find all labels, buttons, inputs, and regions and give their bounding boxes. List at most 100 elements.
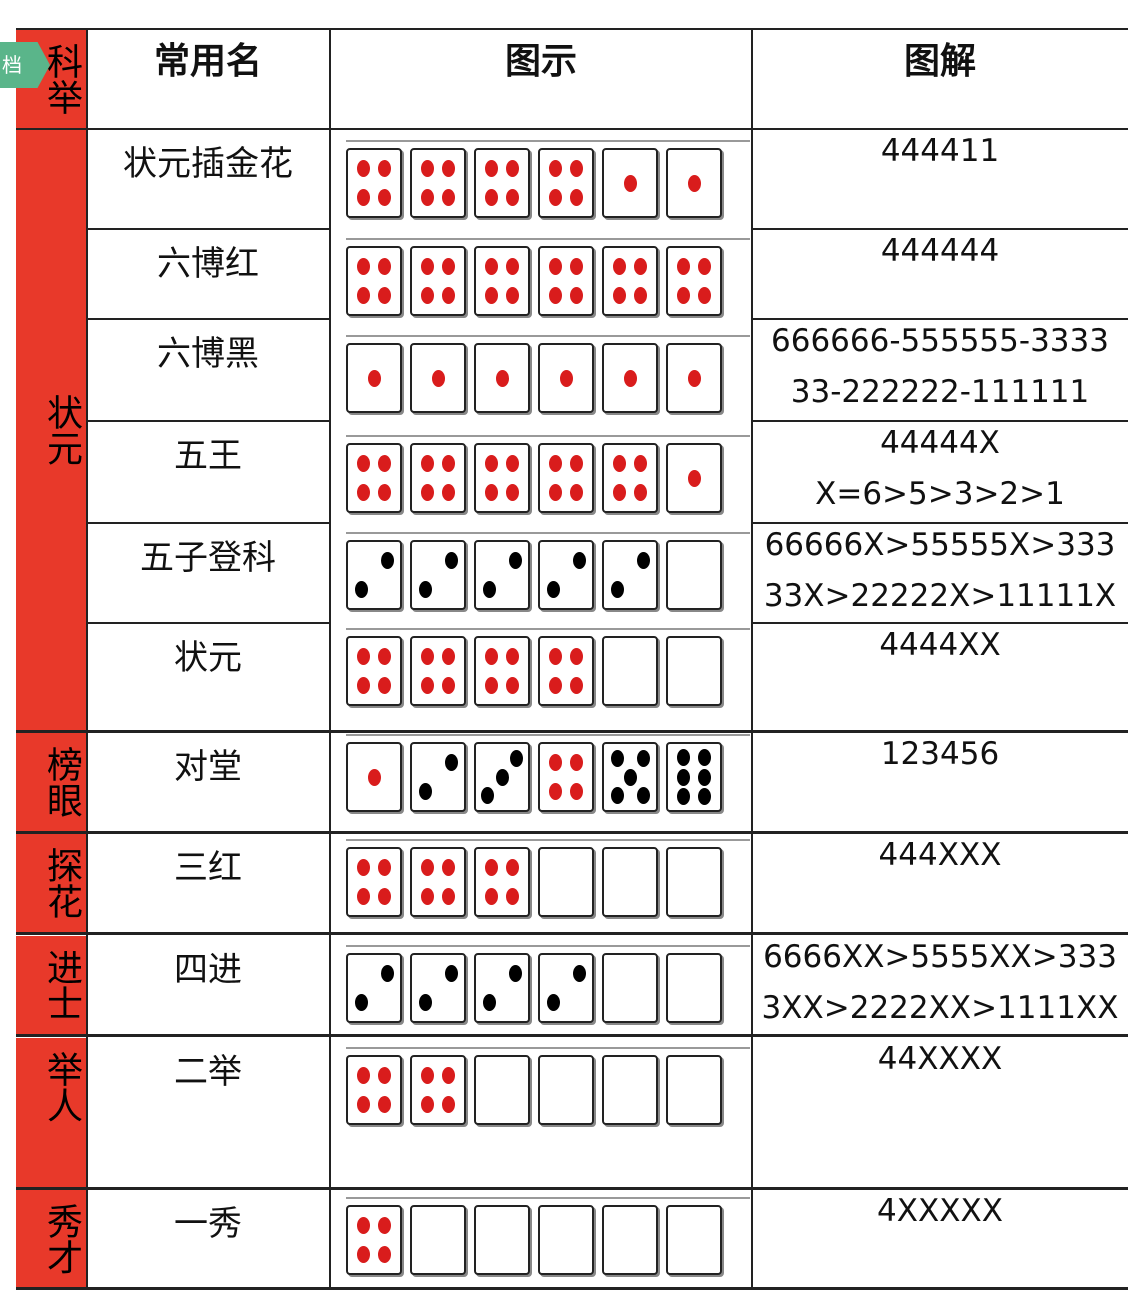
die-face-2 (474, 953, 530, 1023)
die-face-3 (474, 742, 530, 812)
row-code: 666666-555555-3333 (771, 323, 1109, 359)
die-pip (485, 858, 499, 876)
die-face-4 (474, 148, 530, 218)
die-face-4 (474, 636, 530, 706)
die-pip (610, 786, 624, 804)
die-pip (569, 484, 583, 502)
die-pip (549, 257, 563, 275)
die-pip (441, 189, 455, 207)
die-face-blank (602, 847, 658, 917)
dice-row (346, 148, 722, 220)
die-pip (482, 994, 496, 1012)
die-pip (441, 287, 455, 305)
die-pip (357, 257, 371, 275)
die-pip (421, 484, 435, 502)
die-pip (549, 647, 563, 665)
die-face-blank (666, 1205, 722, 1275)
category-label-zhuangyuan: 状元 (41, 394, 82, 466)
die-face-5 (602, 742, 658, 812)
row-code: 3XX>2222XX>1111XX (761, 990, 1119, 1026)
die-pip (357, 484, 371, 502)
die-pip (633, 257, 647, 275)
die-face-4 (410, 1055, 466, 1125)
die-pip (377, 1096, 391, 1114)
die-pip (377, 677, 391, 695)
dice-separator-line (346, 945, 750, 947)
die-pip (510, 750, 524, 768)
die-pip (357, 858, 371, 876)
die-pip (421, 287, 435, 305)
row-name: 三红 (174, 848, 242, 888)
die-pip (367, 369, 381, 387)
dice-separator-line (346, 839, 750, 841)
dice-separator-line (346, 532, 750, 534)
die-pip (677, 768, 691, 786)
die-pip (505, 257, 519, 275)
die-pip (377, 189, 391, 207)
die-pip (505, 189, 519, 207)
row-name: 状元插金花 (123, 144, 293, 184)
die-pip (431, 369, 445, 387)
die-pip (418, 783, 432, 801)
die-face-1 (602, 343, 658, 413)
die-pip (357, 189, 371, 207)
die-pip (569, 287, 583, 305)
die-pip (357, 1066, 371, 1084)
die-pip (421, 677, 435, 695)
header-name: 常用名 (153, 41, 262, 82)
die-pip (697, 287, 711, 305)
dice-row (346, 246, 722, 318)
die-pip (377, 159, 391, 177)
dice-separator-line (346, 1047, 750, 1049)
die-pip (549, 159, 563, 177)
die-pip (549, 454, 563, 472)
die-pip (687, 469, 701, 487)
die-face-2 (602, 540, 658, 610)
die-face-4 (538, 742, 594, 812)
category-label-bangyan: 榜眼 (41, 746, 82, 818)
grid-line (86, 228, 330, 230)
grid-line (86, 318, 330, 320)
die-pip (613, 287, 627, 305)
die-pip (549, 287, 563, 305)
die-face-4 (410, 443, 466, 513)
die-pip (549, 783, 563, 801)
die-pip (505, 159, 519, 177)
dice-separator-line (346, 1197, 750, 1199)
die-pip (508, 964, 522, 982)
die-pip (485, 647, 499, 665)
die-pip (377, 484, 391, 502)
die-pip (687, 369, 701, 387)
die-face-2 (410, 953, 466, 1023)
die-face-blank (474, 1205, 530, 1275)
category-label-tanhua: 探花 (41, 847, 82, 919)
header-explanation: 图解 (903, 41, 976, 82)
die-face-1 (602, 148, 658, 218)
die-face-6 (666, 742, 722, 812)
die-pip (377, 287, 391, 305)
die-pip (485, 159, 499, 177)
die-pip (636, 750, 650, 768)
die-pip (485, 189, 499, 207)
die-pip (697, 788, 711, 806)
row-name: 六博红 (157, 244, 259, 284)
die-face-4 (474, 443, 530, 513)
die-pip (572, 551, 586, 569)
dice-row (346, 443, 722, 515)
die-pip (485, 257, 499, 275)
die-face-1 (538, 343, 594, 413)
die-pip (623, 174, 637, 192)
die-face-4 (602, 246, 658, 316)
row-code: 66666X>55555X>333 (764, 527, 1116, 563)
die-pip (441, 647, 455, 665)
die-pip (441, 454, 455, 472)
row-code: 444XXX (878, 837, 1002, 873)
dice-row (346, 343, 722, 415)
die-pip (354, 994, 368, 1012)
die-face-4 (538, 443, 594, 513)
dice-row (346, 636, 722, 708)
die-pip (377, 1216, 391, 1234)
die-face-2 (410, 540, 466, 610)
die-face-4 (538, 246, 594, 316)
die-face-2 (538, 953, 594, 1023)
